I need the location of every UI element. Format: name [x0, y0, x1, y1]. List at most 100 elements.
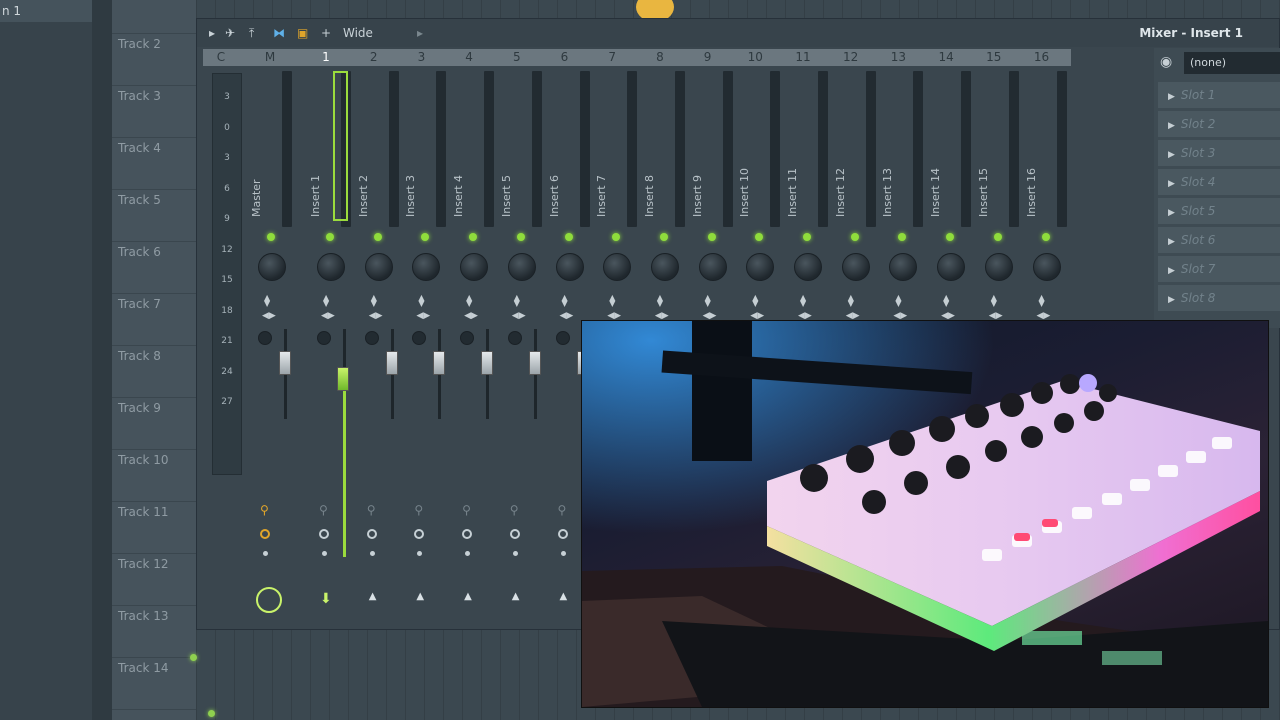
strip-number[interactable]: 8 — [645, 49, 675, 66]
fx-slot[interactable]: ▶ Slot 4 — [1158, 169, 1280, 195]
route-dot[interactable] — [322, 551, 327, 556]
strip-enable-led[interactable] — [469, 233, 478, 241]
pan-knob[interactable] — [937, 253, 966, 281]
track-header[interactable]: Track 8 — [112, 346, 196, 398]
volume-fader[interactable] — [279, 351, 291, 375]
view-mode-label[interactable]: Wide — [343, 26, 373, 40]
send-circle-icon[interactable] — [366, 529, 377, 539]
pan-knob[interactable] — [794, 253, 822, 281]
strip-name[interactable]: Insert 12 — [834, 117, 847, 217]
track-header[interactable]: Track 2 — [112, 34, 196, 86]
track-header[interactable]: Track 9 — [112, 398, 196, 450]
strip-number[interactable]: 11 — [788, 49, 818, 66]
slot-expand-icon[interactable]: ▶ — [1168, 295, 1175, 305]
track-header[interactable]: Track 12 — [112, 554, 196, 606]
stereo-separation-icon[interactable]: ▲ ▼ — [562, 294, 568, 308]
strip-enable-led[interactable] — [516, 233, 525, 241]
volume-small-knob[interactable] — [317, 331, 331, 345]
strip-name[interactable]: Insert 14 — [929, 117, 942, 217]
track-header[interactable]: Track 5 — [112, 190, 196, 242]
swap-channels-icon[interactable]: ◀▶ — [369, 311, 383, 321]
strip-enable-led[interactable] — [755, 233, 764, 241]
stereo-separation-icon[interactable]: ▲ ▼ — [371, 294, 377, 308]
strip-enable-led[interactable] — [326, 233, 334, 241]
strip-name[interactable]: Insert 15 — [977, 117, 990, 217]
strip-number[interactable]: M — [255, 49, 285, 66]
strip-name[interactable]: Insert 2 — [357, 117, 370, 217]
slot-expand-icon[interactable]: ▶ — [1168, 237, 1175, 247]
stereo-separation-icon[interactable]: ▲ ▼ — [264, 294, 270, 308]
record-arm-icon[interactable]: ⚲ — [319, 503, 328, 517]
track-header[interactable]: Track 11 — [112, 502, 196, 554]
strip-number[interactable]: 5 — [502, 49, 532, 66]
track-header[interactable]: Track 3 — [112, 86, 196, 138]
strip-number[interactable]: 4 — [454, 49, 484, 66]
pan-knob[interactable] — [460, 253, 489, 281]
pan-knob[interactable] — [412, 253, 441, 281]
strip-name[interactable]: Insert 13 — [881, 117, 894, 217]
strip-name[interactable]: Insert 5 — [500, 117, 513, 217]
strip-enable-led[interactable] — [564, 233, 573, 241]
strip-name[interactable]: Insert 4 — [452, 117, 465, 217]
send-circle-icon[interactable] — [509, 529, 520, 539]
strip-enable-led[interactable] — [707, 233, 716, 241]
strip-enable-led[interactable] — [850, 233, 859, 241]
strip-number[interactable]: 10 — [740, 49, 770, 66]
mixer-strip[interactable]: Insert 3 ▲ ▼ ◀▶ ⚲ ▲ — [402, 67, 449, 627]
volume-small-knob[interactable] — [555, 331, 570, 345]
slot-expand-icon[interactable]: ▶ — [1168, 92, 1175, 102]
strip-number[interactable]: 2 — [359, 49, 389, 66]
mixer-strip[interactable]: Insert 2 ▲ ▼ ◀▶ ⚲ ▲ — [355, 67, 402, 627]
track-header[interactable]: Track 4 — [112, 138, 196, 190]
mixer-strip[interactable]: Insert 5 ▲ ▼ ◀▶ ⚲ ▲ — [498, 67, 545, 627]
track-header[interactable]: Track 7 — [112, 294, 196, 346]
route-down-arrow-icon[interactable]: ⬇ — [320, 591, 332, 607]
swap-channels-icon[interactable]: ◀▶ — [262, 311, 276, 321]
stereo-separation-icon[interactable]: ▲ ▼ — [895, 294, 901, 308]
stereo-separation-icon[interactable]: ▲ ▼ — [943, 294, 949, 308]
pan-knob[interactable] — [317, 253, 345, 281]
route-wire-icon[interactable] — [256, 587, 282, 613]
route-up-arrow-icon[interactable]: ▲ — [369, 591, 377, 602]
strip-enable-led[interactable] — [803, 233, 811, 241]
expand-arrow-icon[interactable]: ▸ — [417, 26, 423, 40]
pan-knob[interactable] — [650, 253, 679, 281]
strip-number[interactable]: 13 — [883, 49, 913, 66]
strip-name[interactable]: Insert 7 — [595, 117, 608, 217]
stereo-separation-icon[interactable]: ▲ ▼ — [1039, 294, 1045, 308]
strip-number[interactable]: 6 — [550, 49, 580, 66]
stereo-separation-icon[interactable]: ▲ ▼ — [848, 294, 854, 308]
strip-name[interactable]: Insert 9 — [691, 117, 704, 217]
slot-expand-icon[interactable]: ▶ — [1168, 150, 1175, 160]
strip-name[interactable]: Master — [250, 117, 263, 217]
track-header[interactable]: Track 13 — [112, 606, 196, 658]
record-arm-icon[interactable]: ⚲ — [558, 503, 567, 517]
strip-enable-led[interactable] — [267, 233, 275, 241]
stereo-separation-icon[interactable]: ▲ ▼ — [323, 294, 329, 308]
pan-knob[interactable] — [507, 253, 536, 281]
strip-name[interactable]: Insert 11 — [786, 117, 799, 217]
stereo-separation-icon[interactable]: ▲ ▼ — [752, 294, 758, 308]
upload-icon[interactable]: ⤒ — [249, 26, 254, 41]
swap-channels-icon[interactable]: ◀▶ — [512, 311, 526, 321]
track-header[interactable]: Track 14 — [112, 658, 196, 710]
strip-number[interactable]: 15 — [979, 49, 1009, 66]
strip-number[interactable]: 16 — [1027, 49, 1057, 66]
pan-knob[interactable] — [746, 253, 775, 281]
speaker-icon[interactable]: ◉ — [1160, 54, 1172, 70]
strip-number[interactable]: C — [206, 49, 236, 66]
swap-channels-icon[interactable]: ◀▶ — [416, 311, 430, 321]
track-header[interactable]: Track 10 — [112, 450, 196, 502]
slot-expand-icon[interactable]: ▶ — [1168, 266, 1175, 276]
strip-name[interactable]: Insert 6 — [548, 117, 561, 217]
mixer-strip[interactable]: Insert 1 ▲ ▼ ◀▶ ⚲ ⬇ — [307, 67, 354, 627]
slot-expand-icon[interactable]: ▶ — [1168, 208, 1175, 218]
pan-knob[interactable] — [889, 253, 918, 281]
stereo-separation-icon[interactable]: ▲ ▼ — [466, 294, 472, 308]
strip-name[interactable]: Insert 1 — [309, 117, 322, 217]
pan-knob[interactable] — [364, 253, 393, 281]
stereo-separation-icon[interactable]: ▲ ▼ — [418, 294, 424, 308]
route-up-arrow-icon[interactable]: ▲ — [560, 591, 568, 602]
strip-number[interactable]: 12 — [836, 49, 866, 66]
mixer-strip[interactable]: Insert 4 ▲ ▼ ◀▶ ⚲ ▲ — [450, 67, 497, 627]
